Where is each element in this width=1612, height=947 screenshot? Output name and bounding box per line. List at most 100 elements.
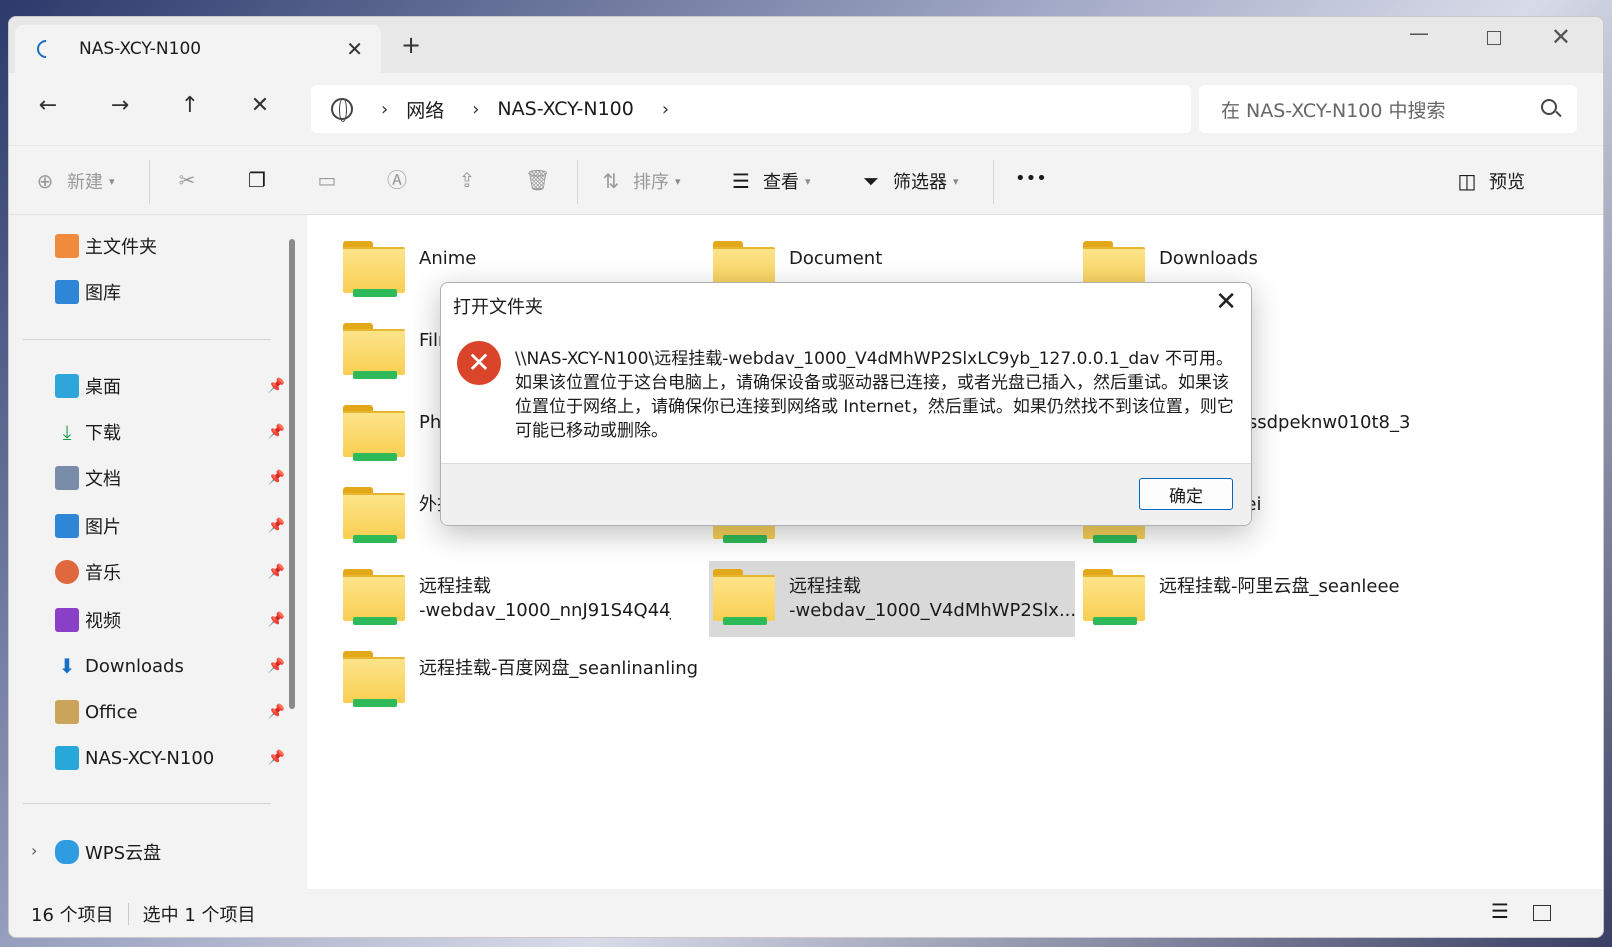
- sidebar-item-wps-cloud[interactable]: WPS云盘: [55, 835, 285, 869]
- dialog-close-button[interactable]: ✕: [1215, 287, 1237, 317]
- folder-item[interactable]: 远程挂载-百度网盘_seanlinanling: [307, 643, 727, 719]
- share-button[interactable]: ⇪: [455, 168, 489, 192]
- sort-button[interactable]: ⇅ 排序 ▾: [599, 168, 681, 194]
- forward-button[interactable]: →: [105, 93, 135, 118]
- toolbar-divider: [149, 160, 150, 204]
- rename-button[interactable]: Ⓐ: [385, 168, 419, 192]
- preview-pane-button[interactable]: ◫ 预览: [1455, 168, 1525, 194]
- chevron-right-icon[interactable]: ›: [472, 99, 479, 120]
- folder-item-selected[interactable]: 远程挂载 -webdav_1000_V4dMhWP2Slx...: [709, 561, 1075, 637]
- network-folder-icon: [1083, 569, 1147, 629]
- tiles-view-icon[interactable]: [1533, 905, 1551, 921]
- folder-name: 远程挂载-百度网盘_seanlinanling: [419, 658, 699, 679]
- chevron-right-icon[interactable]: ›: [662, 99, 669, 120]
- new-button[interactable]: ⊕ 新建 ▾: [33, 168, 115, 194]
- address-bar[interactable]: › 网络 › NAS-XCY-N100 ›: [311, 85, 1191, 133]
- delete-button[interactable]: 🗑: [525, 168, 559, 192]
- sidebar-item-label: Downloads: [85, 655, 184, 677]
- sidebar-item-label: Office: [85, 701, 138, 723]
- breadcrumb-nas[interactable]: NAS-XCY-N100: [497, 98, 633, 120]
- folder-item[interactable]: 远程挂载 -webdav_1000_nnJ91S4Q44JK...: [307, 561, 671, 637]
- view-button[interactable]: ☰ 查看 ▾: [729, 168, 811, 194]
- minimize-button[interactable]: —: [1409, 21, 1429, 45]
- sidebar-item-label: 图库: [85, 283, 121, 304]
- tab-title: NAS-XCY-N100: [79, 39, 202, 59]
- tab-close-icon[interactable]: ✕: [346, 37, 363, 61]
- back-button[interactable]: ←: [33, 93, 63, 118]
- sidebar-item-downloads[interactable]: ⬇ Downloads 📌: [55, 649, 285, 683]
- maximize-button[interactable]: [1487, 31, 1501, 45]
- rename-icon: Ⓐ: [387, 168, 407, 192]
- search-input[interactable]: 在 NAS-XCY-N100 中搜索: [1199, 85, 1577, 133]
- more-options-button[interactable]: •••: [1015, 168, 1047, 189]
- scissors-icon: ✂: [178, 168, 196, 192]
- preview-label: 预览: [1489, 172, 1525, 193]
- sidebar-item-home[interactable]: 主文件夹: [55, 229, 285, 263]
- sidebar-scrollbar[interactable]: [289, 239, 295, 709]
- computer-icon: [55, 746, 79, 770]
- sidebar-item-music[interactable]: 音乐 📌: [55, 555, 285, 589]
- sidebar-item-label: NAS-XCY-N100: [85, 747, 215, 769]
- tab-nas[interactable]: NAS-XCY-N100 ✕: [15, 25, 381, 73]
- copy-button[interactable]: ❐: [245, 168, 279, 192]
- folder-name-line2: -webdav_1000_nnJ91S4Q44JK...: [419, 600, 671, 621]
- ok-button[interactable]: 确定: [1139, 478, 1233, 510]
- sidebar-item-label: 音乐: [85, 563, 121, 584]
- pin-icon[interactable]: 📌: [268, 470, 285, 486]
- folder-item[interactable]: 远程挂载-阿里云盘_seanleee: [1047, 561, 1467, 637]
- sidebar-item-pictures[interactable]: 图片 📌: [55, 509, 285, 543]
- up-button[interactable]: ↑: [175, 93, 205, 118]
- sidebar-item-downloads-cn[interactable]: ⤓ 下载 📌: [55, 415, 285, 449]
- item-count: 16 个项目: [31, 905, 114, 926]
- status-bar: 16 个项目 选中 1 个项目 ☰: [9, 889, 1603, 937]
- desktop-icon: [55, 374, 79, 398]
- video-icon: [55, 608, 79, 632]
- pin-icon[interactable]: 📌: [268, 658, 285, 674]
- sidebar-item-office[interactable]: Office 📌: [55, 695, 285, 729]
- share-icon: ⇪: [458, 168, 476, 192]
- sidebar-item-label: 桌面: [85, 377, 121, 398]
- pin-icon[interactable]: 📌: [268, 378, 285, 394]
- clipboard-icon: ▭: [317, 168, 337, 192]
- search-icon[interactable]: [1541, 99, 1557, 115]
- error-icon: ✕: [457, 341, 501, 385]
- folder-name: 远程挂载 -webdav_1000_nnJ91S4Q44JK...: [419, 561, 671, 637]
- pin-icon[interactable]: 📌: [268, 750, 285, 766]
- chevron-down-icon: ▾: [953, 174, 959, 188]
- cut-button[interactable]: ✂: [175, 168, 209, 192]
- details-view-icon[interactable]: ☰: [1491, 899, 1513, 923]
- close-window-button[interactable]: ✕: [1551, 23, 1571, 51]
- toolbar-divider: [993, 160, 994, 204]
- view-list-icon: ☰: [732, 169, 750, 193]
- breadcrumb-network[interactable]: 网络: [406, 96, 444, 123]
- sidebar-item-label: WPS云盘: [85, 843, 162, 864]
- pin-icon[interactable]: 📌: [268, 704, 285, 720]
- more-dots-icon: •••: [1015, 168, 1047, 189]
- chevron-down-icon: ▾: [675, 174, 681, 188]
- stop-button[interactable]: ✕: [245, 93, 275, 118]
- pin-icon[interactable]: 📌: [268, 612, 285, 628]
- copy-icon: ❐: [248, 168, 266, 192]
- sidebar-item-gallery[interactable]: 图库: [55, 275, 285, 309]
- sidebar-item-nas[interactable]: NAS-XCY-N100 📌: [55, 741, 285, 775]
- error-dialog: 打开文件夹 ✕ ✕ \\NAS-XCY-N100\远程挂载-webdav_100…: [440, 282, 1252, 526]
- sidebar-item-documents[interactable]: 文档 📌: [55, 461, 285, 495]
- funnel-icon: ⏷: [863, 169, 879, 193]
- sidebar-item-label: 文档: [85, 469, 121, 490]
- new-tab-button[interactable]: +: [401, 33, 421, 57]
- chevron-right-icon[interactable]: ›: [31, 841, 37, 860]
- toolbar-divider: [577, 160, 578, 204]
- filter-button[interactable]: ⏷ 筛选器 ▾: [859, 168, 959, 194]
- pin-icon[interactable]: 📌: [268, 564, 285, 580]
- pin-icon[interactable]: 📌: [268, 518, 285, 534]
- pin-icon[interactable]: 📌: [268, 424, 285, 440]
- document-icon: [55, 466, 79, 490]
- download-arrow-icon: ⤓: [62, 420, 72, 444]
- sidebar-item-desktop[interactable]: 桌面 📌: [55, 369, 285, 403]
- chevron-right-icon[interactable]: ›: [381, 99, 388, 120]
- folder-name-line2: -webdav_1000_V4dMhWP2Slx...: [789, 600, 1075, 621]
- sort-label: 排序: [633, 172, 669, 193]
- network-folder-icon: [343, 487, 407, 547]
- paste-button[interactable]: ▭: [315, 168, 349, 192]
- sidebar-item-videos[interactable]: 视频 📌: [55, 603, 285, 637]
